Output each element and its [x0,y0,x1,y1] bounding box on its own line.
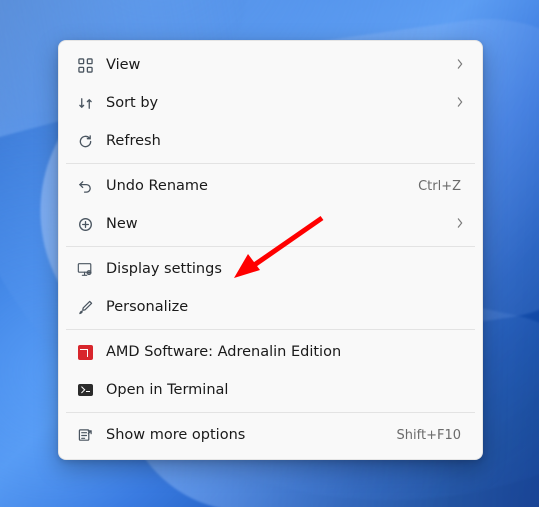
menu-item-refresh[interactable]: Refresh [64,122,477,160]
chevron-right-icon [453,58,467,72]
show-more-icon [74,425,96,445]
menu-label: Undo Rename [106,178,418,194]
menu-label: View [106,57,453,73]
menu-label: Sort by [106,95,453,111]
menu-label: Display settings [106,261,467,277]
grid-icon [74,55,96,75]
paintbrush-icon [74,297,96,317]
menu-shortcut: Shift+F10 [397,428,461,443]
menu-shortcut: Ctrl+Z [418,179,461,194]
chevron-right-icon [453,96,467,110]
menu-item-display-settings[interactable]: Display settings [64,250,477,288]
menu-divider [66,246,475,247]
menu-item-amd-software[interactable]: AMD Software: Adrenalin Edition [64,333,477,371]
menu-item-show-more-options[interactable]: Show more options Shift+F10 [64,416,477,454]
menu-label: AMD Software: Adrenalin Edition [106,344,467,360]
menu-label: Personalize [106,299,467,315]
sort-icon [74,93,96,113]
menu-divider [66,412,475,413]
refresh-icon [74,131,96,151]
menu-item-new[interactable]: New [64,205,477,243]
menu-label: New [106,216,453,232]
menu-divider [66,329,475,330]
menu-label: Show more options [106,427,397,443]
plus-circle-icon [74,214,96,234]
undo-icon [74,176,96,196]
amd-icon [74,342,96,362]
menu-item-open-terminal[interactable]: Open in Terminal [64,371,477,409]
menu-divider [66,163,475,164]
menu-item-personalize[interactable]: Personalize [64,288,477,326]
menu-label: Refresh [106,133,467,149]
terminal-icon [74,380,96,400]
chevron-right-icon [453,217,467,231]
display-settings-icon [74,259,96,279]
desktop-context-menu: View Sort by Refresh Undo Rena [58,40,483,460]
menu-item-undo-rename[interactable]: Undo Rename Ctrl+Z [64,167,477,205]
menu-label: Open in Terminal [106,382,467,398]
menu-item-view[interactable]: View [64,46,477,84]
menu-item-sort-by[interactable]: Sort by [64,84,477,122]
